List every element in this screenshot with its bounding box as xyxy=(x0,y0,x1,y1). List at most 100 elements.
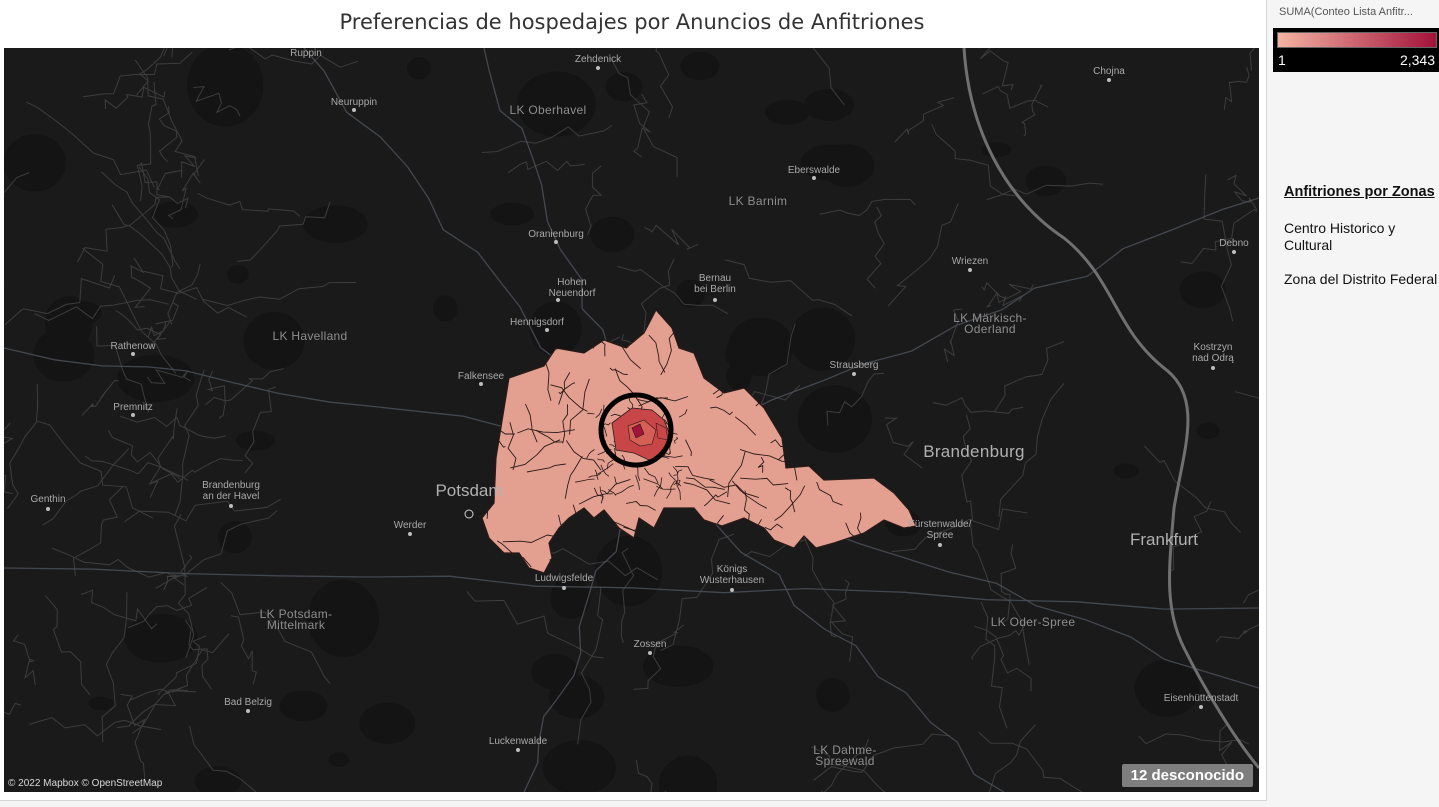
place-label: Eberswalde xyxy=(787,165,841,176)
legend-min-label: 1 xyxy=(1278,52,1286,68)
place-label: Potsdam xyxy=(435,481,503,500)
place-marker-icon xyxy=(938,543,942,547)
color-legend[interactable]: SUMA(Conteo Lista Anfitr... 1 2,343 xyxy=(1273,0,1439,72)
terrain-patch xyxy=(642,645,714,687)
place-marker-icon xyxy=(1232,250,1236,254)
place-marker-icon xyxy=(516,748,520,752)
place-marker-icon xyxy=(1107,78,1111,82)
terrain-patch xyxy=(432,295,458,322)
place-label: Bernau bei Berlin xyxy=(694,273,736,295)
place-marker-icon xyxy=(246,709,250,713)
place-marker-icon xyxy=(968,268,972,272)
zones-panel: Anfitriones por Zonas Centro Historico y… xyxy=(1284,184,1439,305)
terrain-patch xyxy=(490,202,534,226)
terrain-patch xyxy=(359,702,416,744)
terrain-patch xyxy=(303,205,368,243)
place-marker-icon xyxy=(730,588,734,592)
place-label: LK Märkisch- Oderland xyxy=(953,311,1027,336)
zone-item-centro-historico[interactable]: Centro Historico y Cultural xyxy=(1284,220,1439,254)
place-marker-icon xyxy=(596,66,600,70)
place-marker-icon xyxy=(46,507,50,511)
place-label: Premnitz xyxy=(113,402,153,413)
place-label: Kostrzyn nad Odrą xyxy=(1192,342,1234,364)
terrain-patch xyxy=(590,216,635,253)
place-label: Bad Belzig xyxy=(224,697,272,708)
place-marker-icon xyxy=(812,176,816,180)
terrain-patch xyxy=(4,134,66,192)
zone-item-distrito-federal[interactable]: Zona del Distrito Federal xyxy=(1284,271,1439,288)
terrain-patch xyxy=(605,72,643,102)
terrain-patch xyxy=(680,51,720,81)
place-marker-icon xyxy=(562,586,566,590)
place-label: LK Dahme- Spreewald xyxy=(813,743,877,768)
place-label: Debno xyxy=(1219,238,1249,249)
place-label: Eisenhüttenstadt xyxy=(1163,693,1239,704)
legend-max-label: 2,343 xyxy=(1399,52,1435,68)
place-marker-icon xyxy=(479,382,483,386)
terrain-patch xyxy=(1179,271,1226,309)
place-marker-icon xyxy=(713,298,717,302)
terrain-patch xyxy=(203,69,229,83)
place-label: Ruppin xyxy=(290,48,322,59)
place-label: Brandenburg an der Havel xyxy=(202,480,260,502)
place-label: Ludwigsfelde xyxy=(534,573,594,584)
place-label: Rathenow xyxy=(110,341,156,352)
place-marker-icon xyxy=(408,532,412,536)
terrain-patch xyxy=(726,362,752,391)
place-label: LK Potsdam- Mittelmark xyxy=(259,607,333,632)
place-marker-icon xyxy=(229,504,233,508)
place-marker-icon xyxy=(556,298,560,302)
terrain-patch xyxy=(279,690,328,722)
place-label: Oranienburg xyxy=(528,229,584,240)
terrain-patch xyxy=(1134,659,1200,717)
terrain-patch xyxy=(1197,422,1220,439)
terrain-patch xyxy=(235,430,275,451)
page-title: Preferencias de hospedajes por Anuncios … xyxy=(339,10,925,34)
legend-box: 1 2,343 xyxy=(1273,28,1439,72)
place-label: Hennigsdorf xyxy=(510,317,564,328)
place-marker-icon xyxy=(648,651,652,655)
place-label: Fürstenwalde/Spree xyxy=(908,519,972,541)
terrain-patch xyxy=(797,385,873,453)
terrain-patch xyxy=(1113,463,1139,479)
terrain-patch xyxy=(88,696,114,711)
place-label: Chojna xyxy=(1093,66,1125,77)
place-marker-icon xyxy=(554,240,558,244)
place-label: Brandenburg xyxy=(923,442,1025,461)
place-label: Strausberg xyxy=(829,360,879,371)
terrain-patch xyxy=(594,535,663,607)
place-marker-icon xyxy=(1211,366,1215,370)
legend-title: SUMA(Conteo Lista Anfitr... xyxy=(1279,6,1413,18)
place-label: Luckenwalde xyxy=(488,736,548,747)
place-marker-icon xyxy=(852,372,856,376)
place-label: Neuruppin xyxy=(330,97,378,108)
map-canvas[interactable] xyxy=(4,48,1259,792)
place-label: Wriezen xyxy=(951,256,989,267)
terrain-patch xyxy=(407,57,431,80)
place-label: Königs Wusterhausen xyxy=(699,564,765,586)
place-label: Zossen xyxy=(633,639,667,650)
terrain-patch xyxy=(815,678,850,712)
map-attribution[interactable]: © 2022 Mapbox © OpenStreetMap xyxy=(8,778,162,789)
place-label: Hohen Neuendorf xyxy=(548,277,596,299)
terrain-patch xyxy=(548,675,605,719)
terrain-patch xyxy=(328,752,349,767)
zones-heading: Anfitriones por Zonas xyxy=(1284,184,1435,200)
terrain-patch xyxy=(226,264,249,284)
unknown-count-badge[interactable]: 12 desconocido xyxy=(1121,764,1253,787)
place-label: LK Barnim xyxy=(728,194,788,208)
terrain-patch xyxy=(804,88,855,121)
terrain-patch xyxy=(116,354,195,403)
place-marker-icon xyxy=(131,413,135,417)
dashboard-sheet: Preferencias de hospedajes por Anuncios … xyxy=(0,0,1267,801)
terrain-patch xyxy=(765,99,810,125)
place-marker-icon xyxy=(131,352,135,356)
place-label: Falkensee xyxy=(457,371,505,382)
place-label: Werder xyxy=(393,520,427,531)
place-marker-icon xyxy=(1199,705,1203,709)
place-marker-icon xyxy=(352,108,356,112)
map-view[interactable]: Ruppin Zehdenick Neuruppin LK Oberhavel Choj… xyxy=(4,48,1259,792)
place-marker-icon xyxy=(464,509,474,519)
place-label: LK Oberhavel xyxy=(509,103,587,117)
place-label: Genthin xyxy=(30,494,66,505)
